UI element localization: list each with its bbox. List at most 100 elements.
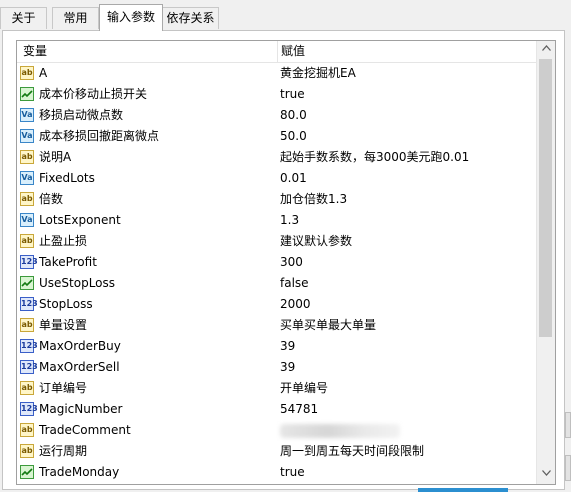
- double-type-icon: Va: [20, 213, 34, 227]
- parameter-name: 成本移损回撤距离微点: [39, 129, 160, 143]
- parameter-name: MaxOrderBuy: [39, 339, 121, 353]
- table-row[interactable]: 123 MagicNumber 54781: [17, 399, 537, 420]
- parameter-name: LotsExponent: [39, 213, 121, 227]
- parameter-value[interactable]: 2000: [280, 294, 311, 315]
- int-type-icon: 123: [20, 255, 38, 269]
- parameter-name: 说明A: [39, 150, 72, 164]
- string-type-icon: ab: [20, 444, 34, 458]
- parameter-name: 移损启动微点数: [39, 108, 124, 122]
- parameter-value[interactable]: 周一到周五每天时间段限制: [280, 441, 424, 462]
- parameter-name: 止盈止损: [39, 234, 88, 248]
- parameter-value[interactable]: 加仓倍数1.3: [280, 189, 347, 210]
- table-row[interactable]: 123 TakeProfit 300: [17, 252, 537, 273]
- table-row[interactable]: Va 成本移损回撤距离微点 50.0: [17, 126, 537, 147]
- parameter-value[interactable]: 1.3: [280, 210, 299, 231]
- table-row[interactable]: ab 止盈止损 建议默认参数: [17, 231, 537, 252]
- parameter-name: TradeMonday: [39, 465, 120, 479]
- column-header-value[interactable]: 赋值: [281, 41, 305, 62]
- int-type-icon: 123: [20, 297, 38, 311]
- parameter-name: 倍数: [39, 192, 64, 206]
- scroll-up-button[interactable]: [537, 41, 555, 58]
- table-row[interactable]: 123 MaxOrderBuy 39: [17, 336, 537, 357]
- chevron-up-icon: [541, 44, 551, 54]
- tab-bar: 关于 常用 输入参数 依存关系: [0, 0, 571, 31]
- tab-inputs[interactable]: 输入参数: [99, 4, 163, 31]
- parameter-value[interactable]: 54781: [280, 399, 318, 420]
- table-row[interactable]: ab 运行周期 周一到周五每天时间段限制: [17, 441, 537, 462]
- table-header: 变量 赋值: [17, 41, 537, 63]
- parameter-name: TradeComment: [39, 423, 131, 437]
- parameter-name: UseStopLoss: [39, 276, 116, 290]
- table-row[interactable]: Va 移损启动微点数 80.0: [17, 105, 537, 126]
- bool-type-icon: [20, 465, 34, 479]
- parameter-value[interactable]: true: [280, 462, 305, 483]
- scroll-thumb[interactable]: [539, 59, 552, 337]
- table-row[interactable]: 成本价移动止损开关 true: [17, 84, 537, 105]
- parameter-value[interactable]: 建议默认参数: [280, 231, 352, 252]
- table-row[interactable]: ab 订单编号 开单编号: [17, 378, 537, 399]
- parameter-name: MagicNumber: [39, 402, 123, 416]
- tab-dependencies[interactable]: 依存关系: [162, 7, 219, 29]
- double-type-icon: Va: [20, 108, 34, 122]
- parameter-value[interactable]: 300: [280, 252, 303, 273]
- int-type-icon: 123: [20, 339, 38, 353]
- parameter-value[interactable]: 80.0: [280, 105, 307, 126]
- double-type-icon: Va: [20, 171, 34, 185]
- table-row[interactable]: TradeMonday true: [17, 462, 537, 483]
- parameter-value[interactable]: 买单买单最大单量: [280, 315, 376, 336]
- double-type-icon: Va: [20, 129, 34, 143]
- vertical-scrollbar[interactable]: [536, 41, 555, 484]
- parameter-name: A: [39, 66, 48, 80]
- int-type-icon: 123: [20, 360, 38, 374]
- table-row[interactable]: ab 单量设置 买单买单最大单量: [17, 315, 537, 336]
- bool-type-icon: [20, 276, 34, 290]
- table-row[interactable]: 123 StopLoss 2000: [17, 294, 537, 315]
- string-type-icon: ab: [20, 381, 34, 395]
- table-row[interactable]: Va LotsExponent 1.3: [17, 210, 537, 231]
- table-row[interactable]: UseStopLoss false: [17, 273, 537, 294]
- table-row[interactable]: ab 说明A 起始手数系数，每3000美元跑0.01: [17, 147, 537, 168]
- parameter-name: StopLoss: [39, 297, 93, 311]
- tab-about[interactable]: 关于: [0, 7, 47, 29]
- string-type-icon: ab: [20, 66, 34, 80]
- table-row[interactable]: ab TradeComment: [17, 420, 537, 441]
- string-type-icon: ab: [20, 150, 34, 164]
- column-header-variable[interactable]: 变量: [23, 41, 47, 62]
- parameter-name: 运行周期: [39, 444, 88, 458]
- side-button-edge[interactable]: [565, 412, 571, 438]
- parameter-value[interactable]: 0.01: [280, 168, 307, 189]
- parameter-name: 单量设置: [39, 318, 88, 332]
- parameter-name: FixedLots: [39, 171, 95, 185]
- parameter-value[interactable]: true: [280, 84, 305, 105]
- string-type-icon: ab: [20, 234, 34, 248]
- parameters-table: 变量 赋值 ab A 黄金挖掘机EA 成本价移动止损开关 true Va 移损启动微点数 80…: [16, 40, 556, 485]
- side-button-edge[interactable]: [565, 455, 571, 481]
- table-row[interactable]: ab A 黄金挖掘机EA: [17, 63, 537, 84]
- bool-type-icon: [20, 87, 34, 101]
- parameter-name: TakeProfit: [39, 255, 97, 269]
- parameter-value[interactable]: 50.0: [280, 126, 307, 147]
- parameter-value[interactable]: false: [280, 273, 309, 294]
- tab-common[interactable]: 常用: [52, 7, 99, 29]
- dialog-button-edge[interactable]: [418, 488, 508, 492]
- string-type-icon: ab: [20, 192, 34, 206]
- parameter-name: MaxOrderSell: [39, 360, 120, 374]
- string-type-icon: ab: [20, 423, 34, 437]
- chevron-down-icon: [541, 469, 551, 479]
- parameter-name: 成本价移动止损开关: [39, 87, 148, 101]
- table-row[interactable]: 123 MaxOrderSell 39: [17, 357, 537, 378]
- table-row[interactable]: ab 倍数 加仓倍数1.3: [17, 189, 537, 210]
- parameter-value[interactable]: 39: [280, 357, 295, 378]
- table-body: ab A 黄金挖掘机EA 成本价移动止损开关 true Va 移损启动微点数 80.0 Va 成本…: [17, 63, 537, 483]
- string-type-icon: ab: [20, 318, 34, 332]
- parameter-name: 订单编号: [39, 381, 88, 395]
- column-divider[interactable]: [277, 41, 278, 62]
- scroll-down-button[interactable]: [537, 466, 555, 483]
- parameter-value[interactable]: 39: [280, 336, 295, 357]
- table-row[interactable]: Va FixedLots 0.01: [17, 168, 537, 189]
- parameter-value[interactable]: 开单编号: [280, 378, 328, 399]
- int-type-icon: 123: [20, 402, 38, 416]
- redacted-value[interactable]: [280, 424, 400, 438]
- parameter-value[interactable]: 黄金挖掘机EA: [280, 63, 356, 84]
- parameter-value[interactable]: 起始手数系数，每3000美元跑0.01: [280, 147, 469, 168]
